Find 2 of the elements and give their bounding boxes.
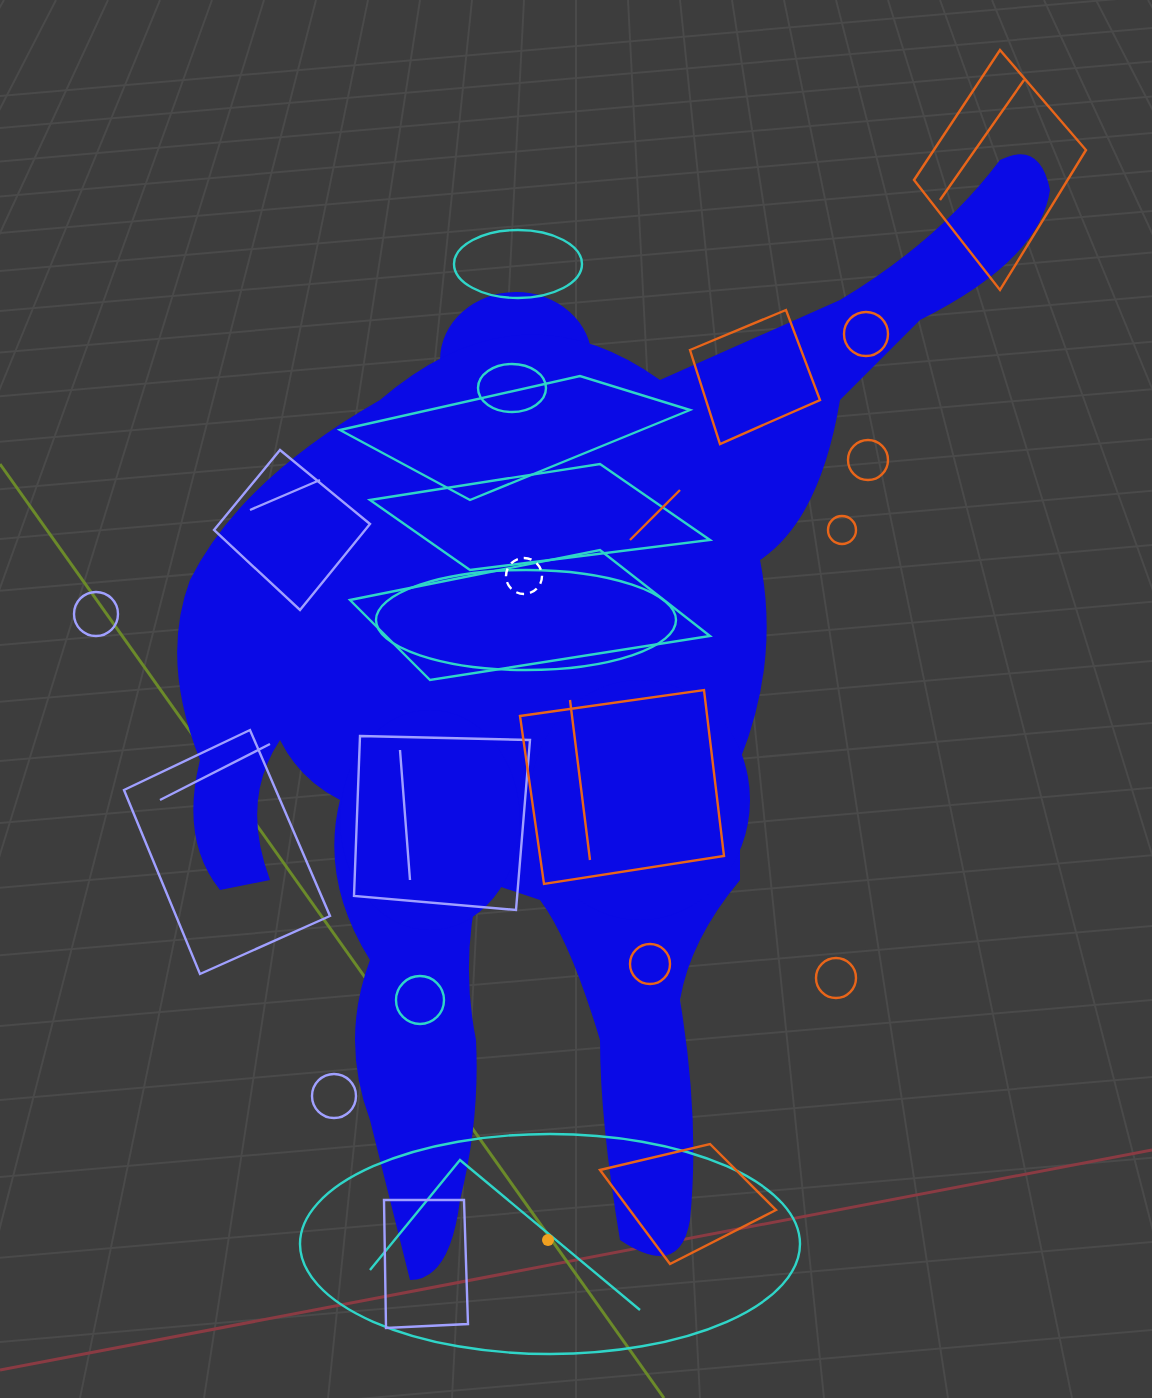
3d-cursor-icon[interactable] (504, 556, 544, 596)
origin-point-icon (542, 1234, 554, 1246)
